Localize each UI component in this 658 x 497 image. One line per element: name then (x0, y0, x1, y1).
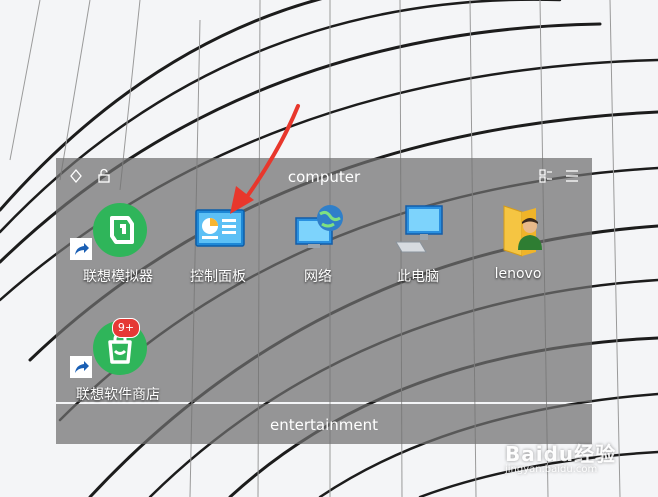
control-panel-icon (195, 209, 245, 247)
baidu-jingyan-watermark: Baidu经验 jingyan.baidu.com (505, 438, 655, 488)
desktop-icon-this-pc[interactable]: 此电脑 (372, 202, 464, 292)
desktop-icon-label: 网络 (304, 269, 332, 285)
fence-computer: computer 联想模拟器 控制面板 网络 此电脑 lenovo 9+ 联想软… (56, 158, 592, 403)
watermark-brand: Baidu经验 (505, 442, 617, 466)
desktop-icon-lenovo-emulator[interactable]: 联想模拟器 (70, 202, 164, 292)
desktop-icon-label: lenovo (494, 266, 542, 282)
shortcut-arrow-icon (70, 356, 92, 378)
fence-title: computer (287, 168, 361, 186)
desktop-icon-control-panel[interactable]: 控制面板 (172, 202, 264, 292)
shortcut-arrow-icon (70, 238, 92, 260)
watermark-url: jingyan.baidu.com (505, 464, 598, 475)
desktop-icon-label: 联想模拟器 (83, 269, 153, 285)
user-folder-icon (503, 205, 542, 257)
view-mode-icon[interactable] (536, 166, 556, 186)
desktop-icon-label: 控制面板 (190, 269, 246, 285)
notification-badge: 9+ (112, 318, 140, 338)
fence-title: entertainment (270, 416, 378, 434)
desktop-icon-user-folder[interactable]: lenovo (472, 202, 564, 292)
desktop-icon-lenovo-app-store[interactable]: 9+ 联想软件商店 (70, 318, 164, 410)
desktop-icon-label: 联想软件商店 (76, 387, 160, 403)
desktop-icon-network[interactable]: 网络 (272, 202, 364, 292)
this-pc-icon (395, 205, 443, 253)
desktop-icon-label: 此电脑 (397, 269, 439, 285)
fence-title-bar[interactable]: computer (56, 158, 592, 196)
lenovo-emulator-icon (93, 203, 147, 257)
menu-icon[interactable] (562, 166, 582, 186)
network-icon (295, 205, 343, 248)
